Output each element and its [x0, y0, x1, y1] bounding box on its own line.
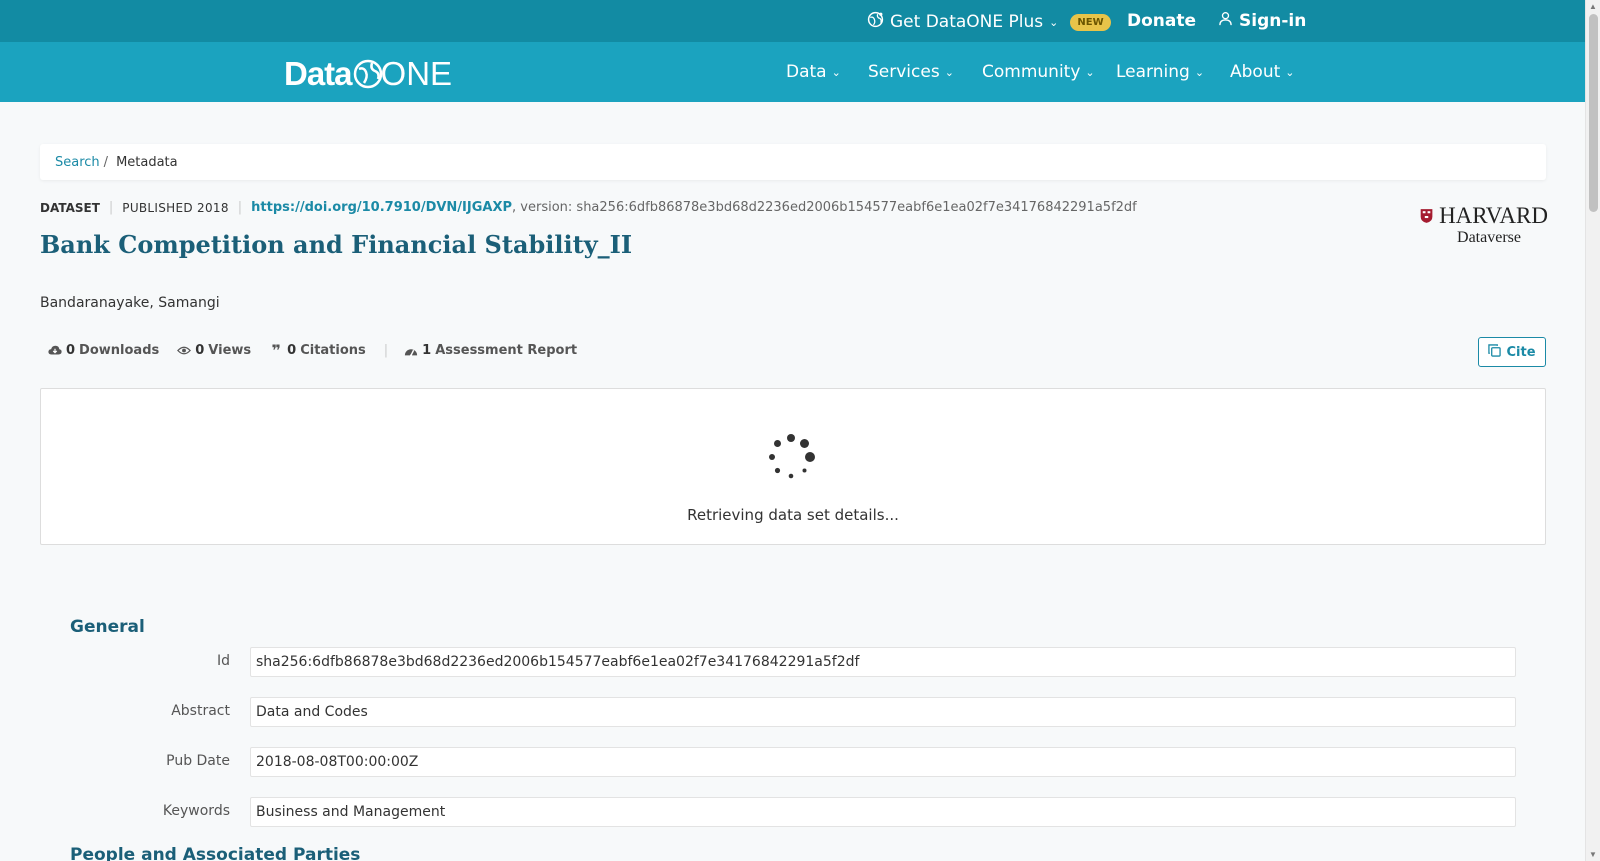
eye-icon [177, 344, 192, 358]
doi-link[interactable]: https://doi.org/10.7910/DVN/IJGAXP [251, 200, 512, 215]
nav-community-label: Community [982, 62, 1081, 82]
published-label: PUBLISHED 2018 [122, 200, 229, 215]
nav-data[interactable]: Data ⌄ [786, 62, 841, 82]
repository-name-line2: Dataverse [1457, 229, 1521, 246]
citations-metric[interactable]: ❞ 0 Citations [269, 341, 366, 360]
field-row-keywords: Keywords Business and Management [70, 797, 1516, 827]
field-row-id: Id sha256:6dfb86878e3bd68d2236ed2006b154… [70, 647, 1516, 677]
breadcrumb: Search / Metadata [40, 144, 1546, 180]
loading-text: Retrieving data set details... [687, 506, 899, 524]
spinner-icon [769, 434, 815, 479]
cloud-download-icon [48, 344, 62, 358]
donate-link[interactable]: Donate [1127, 11, 1196, 31]
nav-services[interactable]: Services ⌄ [868, 62, 954, 82]
field-row-pub-date: Pub Date 2018-08-08T00:00:00Z [70, 747, 1516, 777]
sign-in-link[interactable]: Sign-in [1218, 11, 1306, 31]
gauge-icon [404, 344, 418, 358]
cite-button[interactable]: Cite [1478, 337, 1546, 367]
breadcrumb-search-link[interactable]: Search [55, 155, 100, 170]
dataone-logo[interactable]: Data ONE [284, 55, 452, 93]
repository-logo[interactable]: HARVARD Dataverse [1420, 203, 1548, 247]
field-label: Abstract [171, 703, 230, 719]
scroll-up-arrow-icon[interactable]: ▲ [1589, 2, 1597, 11]
field-value: 2018-08-08T00:00:00Z [250, 747, 1516, 777]
field-label: Pub Date [166, 753, 230, 769]
dataset-type-label: DATASET [40, 200, 100, 215]
scrollbar-thumb[interactable] [1589, 14, 1598, 212]
logo-one-text: ONE [380, 55, 453, 92]
nav-community[interactable]: Community ⌄ [982, 62, 1095, 82]
dataset-metrics: 0 Downloads 0 Views ❞ 0 Citations | 1 As… [48, 341, 595, 360]
views-metric[interactable]: 0 Views [177, 343, 251, 358]
dataset-meta-line: DATASET | PUBLISHED 2018 | https://doi.o… [40, 200, 1137, 215]
downloads-count: 0 [66, 343, 76, 358]
scroll-down-arrow-icon[interactable]: ▼ [1589, 850, 1597, 859]
loading-panel: Retrieving data set details... [40, 388, 1546, 545]
chevron-down-icon: ⌄ [944, 65, 954, 79]
logo-globe-icon [353, 59, 382, 89]
harvard-shield-icon [1420, 209, 1433, 223]
chevron-down-icon: ⌄ [831, 65, 841, 79]
general-heading: General [70, 617, 145, 637]
user-icon [1218, 11, 1233, 31]
divider: | [383, 343, 389, 358]
assessment-report-metric[interactable]: 1 Assessment Report [404, 343, 577, 358]
new-badge: NEW [1070, 13, 1111, 31]
top-utility-bar: Get DataONE Plus ⌄ NEW Donate Sign-in [0, 0, 1585, 42]
views-count: 0 [195, 343, 205, 358]
dataset-author[interactable]: Bandaranayake, Samangi [40, 295, 220, 311]
breadcrumb-separator: / [103, 154, 109, 170]
people-heading: People and Associated Parties [70, 845, 361, 861]
downloads-metric[interactable]: 0 Downloads [48, 343, 159, 358]
divider: | [237, 200, 243, 215]
sign-in-label: Sign-in [1239, 11, 1307, 31]
copy-icon [1488, 343, 1502, 361]
quote-icon: ❞ [271, 341, 281, 360]
logo-data-text: Data [284, 55, 353, 92]
nav-services-label: Services [868, 62, 940, 82]
field-value: Data and Codes [250, 697, 1516, 727]
nav-learning-label: Learning [1116, 62, 1190, 82]
repository-name-line1: HARVARD [1439, 203, 1548, 228]
field-value: Business and Management [250, 797, 1516, 827]
chevron-down-icon: ⌄ [1085, 65, 1095, 79]
get-dataone-plus-menu[interactable]: Get DataONE Plus ⌄ NEW [867, 11, 1111, 33]
citations-count: 0 [287, 343, 297, 358]
citations-label: Citations [300, 343, 366, 358]
divider: | [108, 200, 114, 215]
get-dataone-plus-label: Get DataONE Plus [890, 12, 1044, 32]
chevron-down-icon: ⌄ [1194, 65, 1205, 79]
cite-label: Cite [1506, 344, 1536, 360]
assessment-count: 1 [422, 343, 432, 358]
views-label: Views [208, 343, 252, 358]
chevron-down-icon: ⌄ [1049, 15, 1059, 29]
globe-icon [867, 11, 884, 33]
field-value: sha256:6dfb86878e3bd68d2236ed2006b154577… [250, 647, 1516, 677]
field-label: Id [216, 653, 230, 669]
field-row-abstract: Abstract Data and Codes [70, 697, 1516, 727]
nav-about-label: About [1230, 62, 1281, 82]
downloads-label: Downloads [79, 343, 160, 358]
field-label: Keywords [162, 803, 230, 819]
dataset-title: Bank Competition and Financial Stability… [40, 230, 633, 259]
chevron-down-icon: ⌄ [1285, 65, 1295, 79]
main-navbar: Data ONE Data ⌄ Services ⌄ Community ⌄ Lear… [0, 42, 1585, 102]
version-text: , version: sha256:6dfb86878e3bd68d2236ed… [512, 200, 1137, 215]
nav-data-label: Data [786, 62, 827, 82]
assessment-label: Assessment Report [435, 343, 578, 358]
nav-learning[interactable]: Learning ⌄ [1116, 62, 1204, 82]
page-scrollbar[interactable]: ▲ ▼ [1585, 0, 1600, 861]
breadcrumb-current: Metadata [116, 154, 178, 170]
nav-about[interactable]: About ⌄ [1230, 62, 1294, 82]
